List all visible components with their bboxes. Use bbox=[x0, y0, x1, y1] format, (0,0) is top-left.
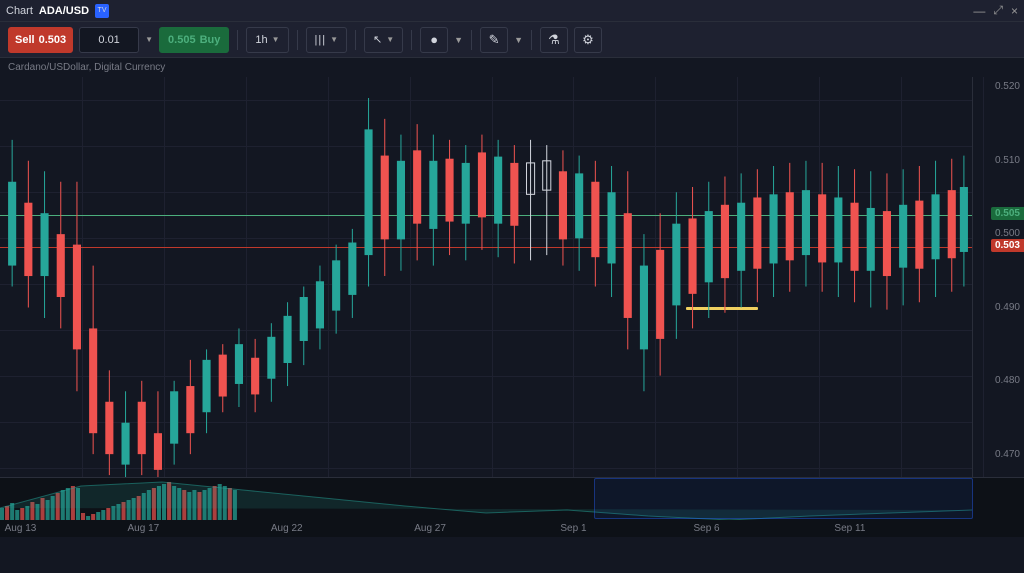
separator-3 bbox=[355, 30, 356, 50]
cursor-chevron: ▼ bbox=[386, 35, 394, 44]
red-price-badge: 0.503 bbox=[991, 239, 1024, 252]
circle-chevron: ▼ bbox=[454, 35, 463, 45]
toolbar: Sell 0.503 ▼ 0.505 Buy 1h ▼ ||| ▼ ↖ ▼ ● … bbox=[0, 22, 1024, 58]
overview-time-labels: Aug 13 Aug 17 Aug 22 Aug 27 Sep 1 Sep 6 … bbox=[0, 519, 1024, 537]
title-bar: Chart ADA/USD TV — ⤢ × bbox=[0, 0, 1024, 22]
overview-bar[interactable]: Aug 13 Aug 17 Aug 22 Aug 27 Sep 1 Sep 6 … bbox=[0, 477, 1024, 537]
settings-button[interactable]: ⚙ bbox=[574, 27, 602, 53]
sell-button[interactable]: Sell 0.503 bbox=[8, 27, 73, 53]
chart-area[interactable]: .bull-body { fill: #26a69a; } .bear-body… bbox=[0, 77, 1024, 537]
separator-1 bbox=[237, 30, 238, 50]
indicators-button[interactable]: ||| ▼ bbox=[306, 27, 348, 53]
step-input[interactable] bbox=[79, 27, 139, 53]
price-label-1: 0.520 bbox=[977, 81, 1020, 92]
separator-6 bbox=[531, 30, 532, 50]
price-label-4: 0.490 bbox=[977, 302, 1020, 313]
buy-button[interactable]: 0.505 Buy bbox=[159, 27, 229, 53]
price-label-2: 0.510 bbox=[977, 155, 1020, 166]
cursor-button[interactable]: ↖ ▼ bbox=[364, 27, 403, 53]
ov-label-2: Aug 17 bbox=[128, 523, 160, 534]
tv-icon: TV bbox=[95, 4, 109, 18]
chart-label: Chart bbox=[6, 5, 33, 17]
minimize-btn[interactable]: — bbox=[973, 4, 985, 18]
tf-chevron: ▼ bbox=[272, 35, 280, 44]
overview-viewport[interactable] bbox=[594, 478, 973, 519]
price-label-5: 0.480 bbox=[977, 375, 1020, 386]
close-btn[interactable]: × bbox=[1011, 4, 1018, 18]
ind-chevron: ▼ bbox=[330, 35, 338, 44]
price-label-6: 0.470 bbox=[977, 449, 1020, 460]
ov-label-1: Aug 13 bbox=[5, 523, 37, 534]
separator-4 bbox=[411, 30, 412, 50]
step-chevron: ▼ bbox=[145, 35, 153, 44]
title-bar-left: Chart ADA/USD TV bbox=[6, 4, 109, 18]
circle-button[interactable]: ● bbox=[420, 27, 448, 53]
draw-chevron: ▼ bbox=[514, 35, 523, 45]
ov-label-3: Aug 22 bbox=[271, 523, 303, 534]
flask-button[interactable]: ⚗ bbox=[540, 27, 568, 53]
candles-chart: .bull-body { fill: #26a69a; } .bear-body… bbox=[0, 77, 972, 517]
price-label-3: 0.500 bbox=[977, 228, 1020, 239]
ov-label-4: Aug 27 bbox=[414, 523, 446, 534]
green-price-badge: 0.505 bbox=[991, 207, 1024, 220]
restore-btn[interactable]: ⤢ bbox=[993, 3, 1003, 18]
separator-5 bbox=[471, 30, 472, 50]
ov-label-6: Sep 6 bbox=[693, 523, 719, 534]
separator-2 bbox=[297, 30, 298, 50]
title-bar-controls[interactable]: — ⤢ × bbox=[973, 3, 1018, 18]
chart-subtitle: Cardano/USDollar, Digital Currency bbox=[0, 58, 1024, 77]
ov-label-7: Sep 11 bbox=[834, 523, 865, 534]
symbol-label: ADA/USD bbox=[39, 5, 89, 17]
price-scale: 0.520 0.510 0.500 0.490 0.480 0.470 0.46… bbox=[972, 77, 1024, 537]
draw-button[interactable]: ✎ bbox=[480, 27, 508, 53]
timeframe-button[interactable]: 1h ▼ bbox=[246, 27, 288, 53]
ov-label-5: Sep 1 bbox=[560, 523, 586, 534]
